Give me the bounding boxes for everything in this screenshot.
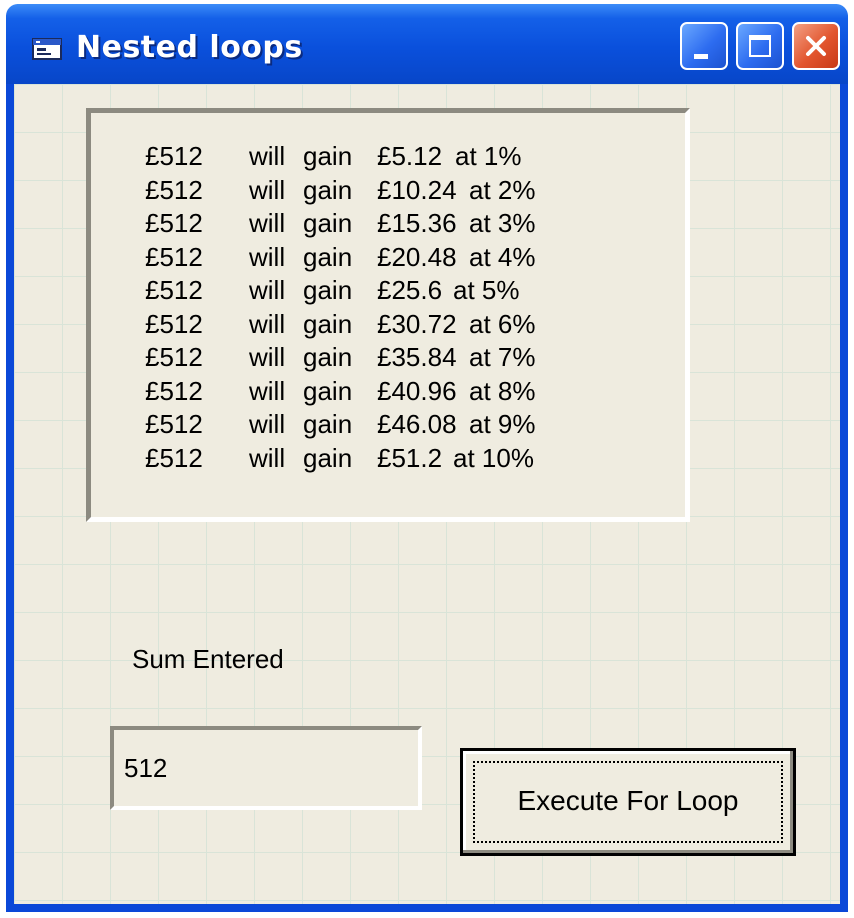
maximize-icon: [749, 35, 771, 57]
output-amount: £10.24: [377, 174, 457, 205]
output-will: will: [249, 141, 286, 171]
output-rate: at 5%: [453, 275, 520, 305]
app-window: Nested loops £512 will gain £5.12 at 1% £512 w…: [6, 4, 848, 912]
sum-input[interactable]: [110, 726, 422, 810]
output-sum: £512: [145, 275, 203, 305]
output-will: will: [249, 275, 286, 305]
output-gain: gain: [303, 308, 353, 339]
output-rate: at 2%: [469, 174, 536, 205]
output-amount: £40.96: [377, 375, 457, 406]
window-title: Nested loops: [76, 30, 303, 65]
output-will: will: [249, 409, 286, 439]
output-amount: £51.2: [377, 442, 443, 473]
output-will: will: [249, 241, 286, 272]
output-sum: £512: [145, 141, 203, 171]
output-amount: £15.36: [377, 208, 457, 238]
output-will: will: [249, 308, 286, 339]
output-line: £512 will gain £35.84 at 7%: [91, 342, 685, 375]
minimize-button[interactable]: [680, 22, 728, 70]
execute-for-loop-button[interactable]: Execute For Loop: [460, 748, 796, 856]
output-will: will: [249, 208, 286, 238]
output-line: £512 will gain £25.6 at 5%: [91, 275, 685, 308]
output-line: £512 will gain £20.48 at 4%: [91, 242, 685, 275]
output-gain: gain: [303, 141, 353, 171]
output-gain: gain: [303, 342, 353, 372]
output-gain: gain: [303, 275, 353, 305]
close-icon: [806, 36, 826, 56]
output-will: will: [249, 442, 286, 473]
title-bar[interactable]: Nested loops: [6, 4, 848, 84]
output-line: £512 will gain £10.24 at 2%: [91, 175, 685, 208]
output-picture-box: £512 will gain £5.12 at 1% £512 will gain £10.24…: [86, 108, 690, 522]
output-gain: gain: [303, 208, 353, 238]
output-amount: £5.12: [377, 141, 443, 171]
output-sum: £512: [145, 409, 203, 439]
output-gain: gain: [303, 174, 353, 205]
output-line: £512 will gain £5.12 at 1%: [91, 141, 685, 174]
output-amount: £35.84: [377, 342, 457, 372]
output-line: £512 will gain £51.2 at 10%: [91, 443, 685, 476]
output-sum: £512: [145, 442, 203, 473]
output-sum: £512: [145, 241, 203, 272]
output-amount: £20.48: [377, 241, 457, 272]
output-rate: at 10%: [453, 442, 534, 473]
sum-entered-label: Sum Entered: [132, 644, 284, 674]
output-sum: £512: [145, 342, 203, 372]
output-sum: £512: [145, 308, 203, 339]
output-rate: at 9%: [469, 409, 536, 439]
output-amount: £30.72: [377, 308, 457, 339]
output-rate: at 4%: [469, 241, 536, 272]
output-will: will: [249, 342, 286, 372]
form-client-area: £512 will gain £5.12 at 1% £512 will gain £10.24…: [14, 84, 840, 904]
output-will: will: [249, 375, 286, 406]
maximize-button[interactable]: [736, 22, 784, 70]
output-line: £512 will gain £40.96 at 8%: [91, 376, 685, 409]
output-rate: at 6%: [469, 308, 536, 339]
output-sum: £512: [145, 375, 203, 406]
close-button[interactable]: [792, 22, 840, 70]
output-rate: at 8%: [469, 375, 536, 406]
output-gain: gain: [303, 375, 353, 406]
output-amount: £25.6: [377, 275, 443, 305]
output-rate: at 7%: [469, 342, 536, 372]
minimize-icon: [694, 54, 708, 59]
output-line: £512 will gain £15.36 at 3%: [91, 208, 685, 241]
output-gain: gain: [303, 241, 353, 272]
output-rate: at 3%: [469, 208, 536, 238]
output-amount: £46.08: [377, 409, 457, 439]
output-gain: gain: [303, 442, 353, 473]
output-rate: at 1%: [455, 141, 522, 171]
output-sum: £512: [145, 208, 203, 238]
output-line: £512 will gain £46.08 at 9%: [91, 409, 685, 442]
output-will: will: [249, 174, 286, 205]
execute-button-label: Execute For Loop: [517, 785, 739, 816]
output-sum: £512: [145, 174, 203, 205]
output-gain: gain: [303, 409, 353, 439]
form-icon: [32, 38, 62, 60]
output-line: £512 will gain £30.72 at 6%: [91, 309, 685, 342]
